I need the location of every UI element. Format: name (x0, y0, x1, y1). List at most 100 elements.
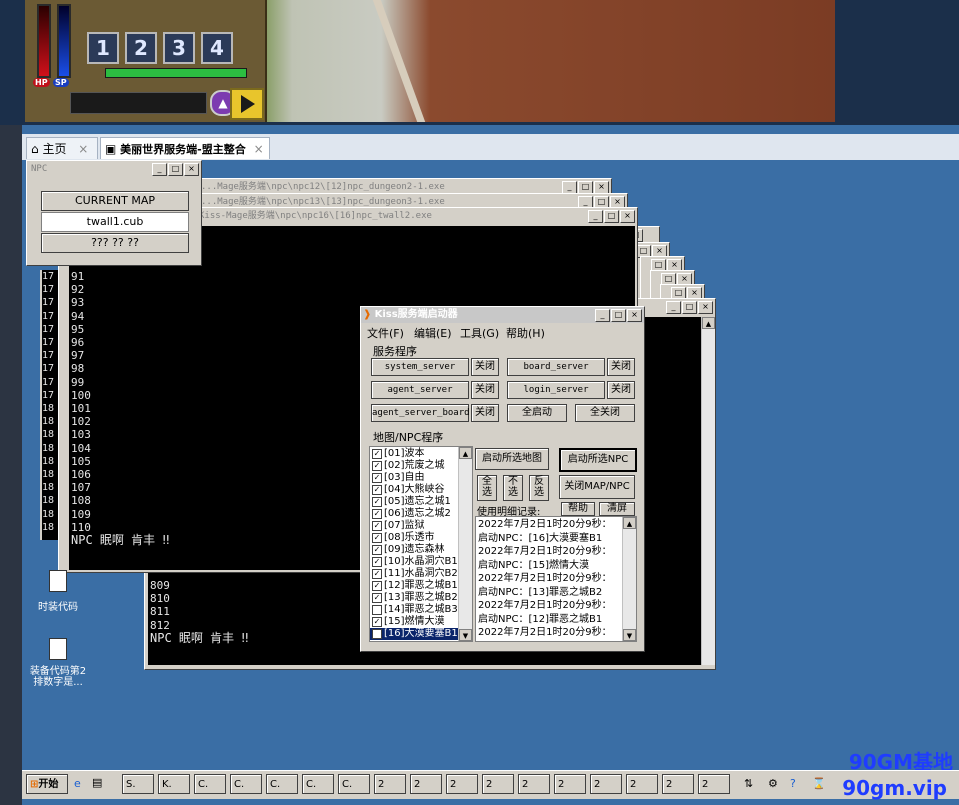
start-selected-npc-button[interactable]: 启动所选NPC (559, 448, 637, 472)
map-list-item[interactable]: ✓ [16]大漠要塞B1 (370, 628, 472, 640)
scroll-up-arrow[interactable]: ▲ (702, 317, 715, 329)
login-server-button[interactable]: login_server (507, 381, 605, 399)
map-file-field[interactable]: twall1.cub (41, 212, 189, 232)
game-viewport[interactable]: HP SP 1 2 3 4 ▲ (0, 0, 959, 125)
maximize-button[interactable]: □ (604, 210, 619, 223)
taskbar-item[interactable]: 2 (626, 774, 658, 794)
checkbox[interactable]: ✓ (372, 629, 382, 639)
map-list-item[interactable]: ✓ [12]罪恶之城B1 (370, 580, 472, 592)
system-server-close-button[interactable]: 关闭 (471, 358, 499, 376)
checkbox[interactable]: ✓ (372, 581, 382, 591)
checkbox[interactable]: ✓ (372, 533, 382, 543)
checkbox[interactable]: ✓ (372, 569, 382, 579)
map-list-item[interactable]: ✓ [10]水晶洞穴B1 (370, 556, 472, 568)
minimize-button[interactable]: _ (588, 210, 603, 223)
start-selected-map-button[interactable]: 启动所选地图 (475, 448, 549, 470)
taskbar-item[interactable]: C. (302, 774, 334, 794)
close-button[interactable]: × (620, 210, 635, 223)
taskbar-item[interactable]: C. (194, 774, 226, 794)
map-list-item[interactable]: ✓ [01]波本 (370, 448, 472, 460)
log-textarea[interactable]: 2022年7月2日1时20分9秒： 启动NPC：[16]大漠要塞B1 2022年7月… (475, 516, 637, 642)
login-server-close-button[interactable]: 关闭 (607, 381, 635, 399)
close-all-button[interactable]: 全关闭 (575, 404, 635, 422)
scroll-up-arrow[interactable]: ▲ (459, 447, 472, 459)
desktop-icon-equip-code[interactable]: 装备代码第2排数字是... (28, 638, 88, 688)
checkbox[interactable]: ✓ (372, 509, 382, 519)
board-server-button[interactable]: board_server (507, 358, 605, 376)
launcher-window[interactable]: ❱ Kiss服务端启动器 _ □ × 文件(F) 编辑(E) 工具(G) 帮助(H)… (360, 306, 645, 652)
start-all-button[interactable]: 全启动 (507, 404, 567, 422)
menu-tools[interactable]: 工具(G) (460, 325, 499, 341)
checkbox[interactable]: ✓ (372, 545, 382, 555)
map-list-item[interactable]: ✓ [04]大熊峡谷 (370, 484, 472, 496)
maximize-button[interactable]: □ (682, 301, 697, 314)
maximize-button[interactable]: □ (168, 163, 183, 176)
board-server-close-button[interactable]: 关闭 (607, 358, 635, 376)
skill-slot-2[interactable]: 2 (125, 32, 157, 64)
minimize-button[interactable]: _ (666, 301, 681, 314)
log-scrollbar[interactable]: ▲ ▼ (622, 517, 636, 641)
skill-slot-3[interactable]: 3 (163, 32, 195, 64)
checkbox[interactable]: ✓ (372, 461, 382, 471)
minimize-button[interactable]: _ (595, 309, 610, 322)
checkbox[interactable]: ✓ (372, 485, 382, 495)
taskbar-item[interactable]: 2 (374, 774, 406, 794)
skill-slot-4[interactable]: 4 (201, 32, 233, 64)
minimize-button[interactable]: _ (152, 163, 167, 176)
taskbar-item[interactable]: 2 (554, 774, 586, 794)
start-button[interactable]: ⊞开始 (26, 774, 68, 794)
map-list-item[interactable]: ✓ [13]罪恶之城B2 (370, 592, 472, 604)
current-map-button[interactable]: CURRENT MAP (41, 191, 189, 211)
agent-server-close-button[interactable]: 关闭 (471, 381, 499, 399)
map-list-item[interactable]: ✓ [06]遗忘之城2 (370, 508, 472, 520)
scroll-down-arrow[interactable]: ▼ (623, 629, 636, 641)
map-list-item[interactable]: ✓ [03]自由 (370, 472, 472, 484)
menu-help[interactable]: 帮助(H) (506, 325, 545, 341)
taskbar-item[interactable]: C. (338, 774, 370, 794)
npc-window[interactable]: NPC _ □ × CURRENT MAP twall1.cub ??? ?? ?? (26, 160, 202, 266)
checkbox[interactable] (372, 605, 382, 615)
ie-icon[interactable]: e (74, 777, 81, 790)
system-server-button[interactable]: system_server (371, 358, 469, 376)
tray-icon[interactable]: ⇅ (744, 777, 753, 790)
close-icon[interactable]: × (254, 142, 264, 156)
agent-server-board-button[interactable]: agent_server_board (371, 404, 470, 422)
map-list-item[interactable]: ✓ [11]水晶洞穴B2 (370, 568, 472, 580)
play-button[interactable] (230, 88, 264, 120)
close-button[interactable]: × (184, 163, 199, 176)
taskbar-item[interactable]: 2 (446, 774, 478, 794)
menu-file[interactable]: 文件(F) (367, 325, 404, 341)
checkbox[interactable]: ✓ (372, 557, 382, 567)
invert-selection-button[interactable]: 反选 (529, 475, 549, 501)
close-button[interactable]: × (698, 301, 713, 314)
close-map-npc-button[interactable]: 关闭MAP/NPC (559, 475, 635, 499)
checkbox[interactable]: ✓ (372, 521, 382, 531)
map-list-item[interactable]: ✓ [15]燃情大漠 (370, 616, 472, 628)
map-list-item[interactable]: ✓ [05]遗忘之城1 (370, 496, 472, 508)
close-icon[interactable]: × (78, 142, 88, 156)
list-scrollbar[interactable]: ▲ ▼ (458, 447, 472, 641)
taskbar-item[interactable]: S. (122, 774, 154, 794)
close-button[interactable]: × (627, 309, 642, 322)
chat-input[interactable] (70, 92, 207, 114)
taskbar-item[interactable]: C. (266, 774, 298, 794)
map-list-item[interactable]: ✓ [07]监狱 (370, 520, 472, 532)
select-none-button[interactable]: 不选 (503, 475, 523, 501)
console-window[interactable]: ...Mage服务端\npc\npc12\[12]npc_dungeon2-1.… (196, 178, 612, 195)
taskbar-item[interactable]: 2 (698, 774, 730, 794)
menu-edit[interactable]: 编辑(E) (414, 325, 452, 341)
taskbar-item[interactable]: 2 (518, 774, 550, 794)
checkbox[interactable]: ✓ (372, 617, 382, 627)
tab-server[interactable]: ▣ 美丽世界服务端-盟主整合 × (100, 137, 270, 159)
help-button[interactable]: 帮助 (561, 502, 595, 516)
tray-icon[interactable]: ⌛ (812, 777, 826, 790)
checkbox[interactable]: ✓ (372, 593, 382, 603)
scroll-up-arrow[interactable]: ▲ (623, 517, 636, 529)
taskbar-item[interactable]: 2 (590, 774, 622, 794)
console-scrollbar[interactable]: ▲ (701, 317, 715, 665)
taskbar-item[interactable]: 2 (410, 774, 442, 794)
map-list-item[interactable]: [14]罪恶之城B3 (370, 604, 472, 616)
agent-server-board-close-button[interactable]: 关闭 (471, 404, 499, 422)
maximize-button[interactable]: □ (611, 309, 626, 322)
checkbox[interactable]: ✓ (372, 473, 382, 483)
